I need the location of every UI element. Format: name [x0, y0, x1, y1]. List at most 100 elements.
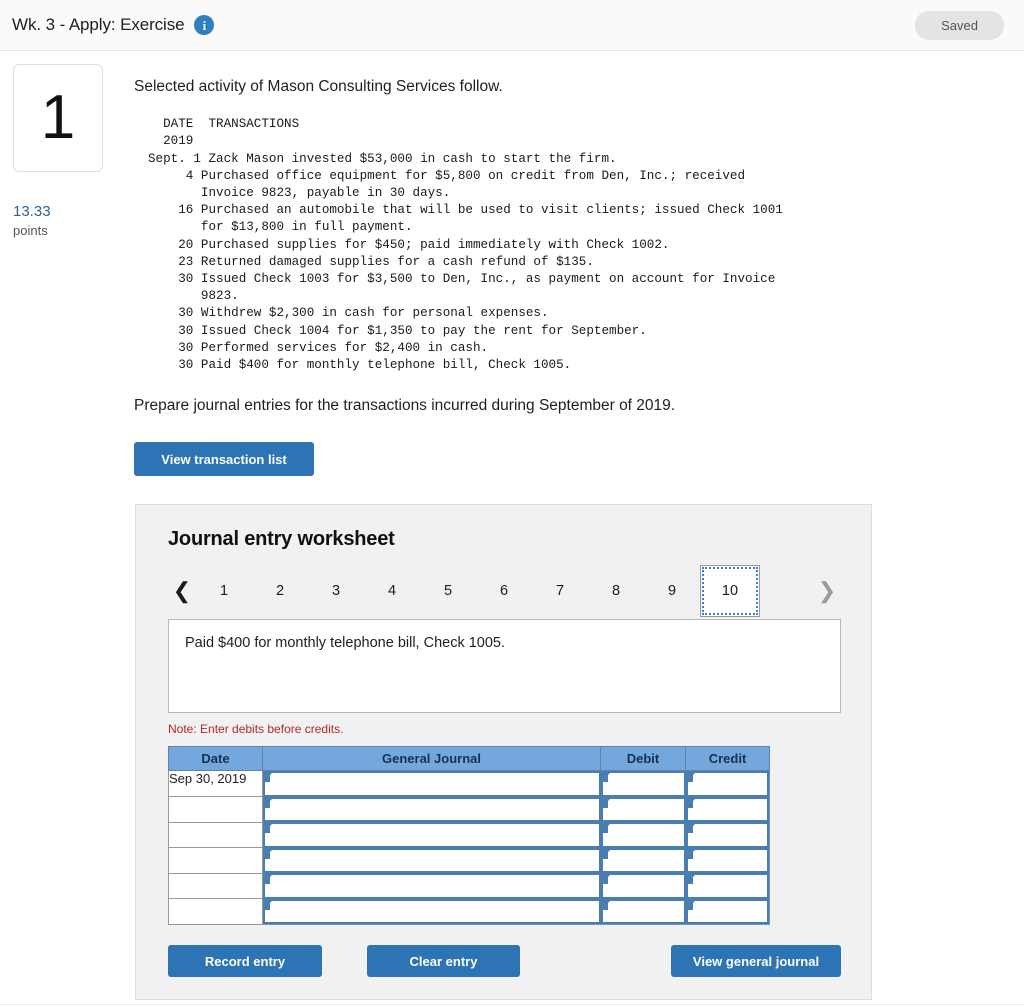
- info-icon[interactable]: i: [194, 15, 215, 35]
- worksheet-pager: ❮ 1 2 3 4 5 6 7 8 9 10 ❯: [168, 565, 841, 618]
- column-header-credit: Credit: [685, 746, 770, 772]
- page-title: Wk. 3 - Apply: Exercise: [12, 15, 185, 34]
- cell-general-journal-wrapper: [263, 873, 601, 899]
- clear-entry-button[interactable]: Clear entry: [367, 945, 520, 978]
- record-entry-button[interactable]: Record entry: [168, 945, 322, 978]
- chevron-right-icon[interactable]: ❯: [813, 580, 841, 602]
- cell-debit-wrapper: [600, 847, 686, 874]
- cell-debit-input[interactable]: [602, 824, 684, 846]
- cell-date[interactable]: [168, 796, 263, 823]
- points-value: 13.33: [13, 203, 51, 220]
- pager-page-3[interactable]: 3: [308, 565, 364, 617]
- cell-debit-wrapper: [600, 771, 686, 797]
- question-number: 1: [13, 64, 103, 172]
- table-row: [168, 898, 770, 926]
- cell-credit-wrapper: [685, 796, 769, 823]
- cell-credit-wrapper: [685, 873, 769, 899]
- cell-credit-wrapper: [685, 898, 769, 925]
- cell-general-journal: [262, 898, 601, 925]
- pager-page-6[interactable]: 6: [476, 565, 532, 617]
- cell-general-journal: [262, 796, 601, 823]
- cell-date[interactable]: [168, 872, 263, 900]
- table-row: Sep 30, 2019: [168, 770, 770, 798]
- pager-page-7[interactable]: 7: [532, 565, 588, 617]
- pager-page-5[interactable]: 5: [420, 565, 476, 617]
- cell-debit: [600, 898, 686, 925]
- debits-before-credits-note: Note: Enter debits before credits.: [168, 722, 344, 737]
- cell-credit-input[interactable]: [687, 773, 767, 795]
- cell-debit-wrapper: [600, 898, 686, 925]
- cell-credit: [685, 822, 770, 848]
- cell-debit-input[interactable]: [602, 900, 684, 923]
- top-header-bar: Wk. 3 - Apply: Exercise i Saved: [0, 0, 1024, 51]
- saved-status-badge: Saved: [915, 10, 1004, 40]
- cell-debit: [600, 847, 686, 874]
- cell-general-journal-input[interactable]: [265, 849, 599, 872]
- question-content: Selected activity of Mason Consulting Se…: [134, 64, 1024, 1001]
- cell-general-journal: [262, 770, 601, 797]
- cell-credit-wrapper: [685, 847, 769, 874]
- view-general-journal-button[interactable]: View general journal: [671, 945, 841, 978]
- cell-credit: [685, 847, 770, 874]
- cell-date[interactable]: [168, 847, 263, 874]
- table-header-row: Date General Journal Debit Credit: [168, 746, 770, 772]
- transactions-listing: DATE TRANSACTIONS 2019 Sept. 1 Zack Maso…: [148, 117, 783, 372]
- cell-credit: [685, 796, 770, 823]
- cell-date[interactable]: [168, 821, 263, 849]
- cell-debit-input[interactable]: [602, 875, 684, 897]
- cell-general-journal-wrapper: [263, 847, 601, 874]
- pager-page-9[interactable]: 9: [644, 565, 700, 617]
- cell-credit-input[interactable]: [687, 875, 767, 897]
- pager-page-list: 1 2 3 4 5 6 7 8 9 10: [196, 565, 760, 618]
- chevron-left-icon[interactable]: ❮: [168, 580, 196, 602]
- pager-page-10[interactable]: 10: [700, 565, 760, 618]
- cell-debit-input[interactable]: [602, 798, 684, 821]
- points-label: points: [13, 222, 48, 238]
- footer-divider: [0, 1004, 1024, 1005]
- cell-general-journal-input[interactable]: [265, 900, 599, 923]
- cell-credit-input[interactable]: [687, 900, 767, 923]
- table-body: Sep 30, 2019: [168, 770, 770, 926]
- cell-credit-input[interactable]: [687, 824, 767, 846]
- cell-general-journal-wrapper: [263, 898, 601, 925]
- transaction-description-box: Paid $400 for monthly telephone bill, Ch…: [168, 619, 841, 714]
- cell-debit: [600, 770, 686, 797]
- intro-text: Selected activity of Mason Consulting Se…: [134, 78, 503, 95]
- table-row: [168, 872, 770, 900]
- cell-debit-wrapper: [600, 822, 686, 848]
- cell-credit-input[interactable]: [687, 849, 767, 872]
- cell-credit: [685, 898, 770, 925]
- cell-date[interactable]: Sep 30, 2019: [168, 770, 263, 798]
- view-transaction-list-button[interactable]: View transaction list: [134, 442, 314, 477]
- cell-general-journal: [262, 873, 601, 899]
- cell-credit-wrapper: [685, 771, 769, 797]
- cell-debit: [600, 822, 686, 848]
- pager-page-2[interactable]: 2: [252, 565, 308, 617]
- cell-debit-input[interactable]: [602, 849, 684, 872]
- cell-general-journal-wrapper: [263, 771, 601, 797]
- pager-page-1[interactable]: 1: [196, 565, 252, 617]
- cell-debit-wrapper: [600, 873, 686, 899]
- column-header-general-journal: General Journal: [262, 746, 601, 772]
- cell-credit-input[interactable]: [687, 798, 767, 821]
- cell-debit-wrapper: [600, 796, 686, 823]
- column-header-debit: Debit: [600, 746, 686, 772]
- pager-page-4[interactable]: 4: [364, 565, 420, 617]
- cell-general-journal-input[interactable]: [265, 875, 599, 897]
- general-journal-table: Date General Journal Debit Credit Sep 30…: [168, 746, 770, 926]
- cell-general-journal-input[interactable]: [265, 798, 599, 821]
- worksheet-action-buttons: Record entry Clear entry View general jo…: [168, 945, 841, 978]
- page-body: 1 13.33 points Selected activity of Maso…: [0, 51, 1024, 1001]
- cell-debit: [600, 873, 686, 899]
- cell-debit: [600, 796, 686, 823]
- cell-date[interactable]: [168, 898, 263, 926]
- cell-general-journal-input[interactable]: [265, 824, 599, 846]
- cell-credit-wrapper: [685, 822, 769, 848]
- worksheet-title: Journal entry worksheet: [168, 528, 395, 551]
- pager-page-8[interactable]: 8: [588, 565, 644, 617]
- cell-general-journal-input[interactable]: [265, 773, 599, 795]
- cell-general-journal: [262, 847, 601, 874]
- transaction-description-text: Paid $400 for monthly telephone bill, Ch…: [185, 635, 506, 652]
- cell-general-journal-wrapper: [263, 822, 601, 848]
- cell-debit-input[interactable]: [602, 773, 684, 795]
